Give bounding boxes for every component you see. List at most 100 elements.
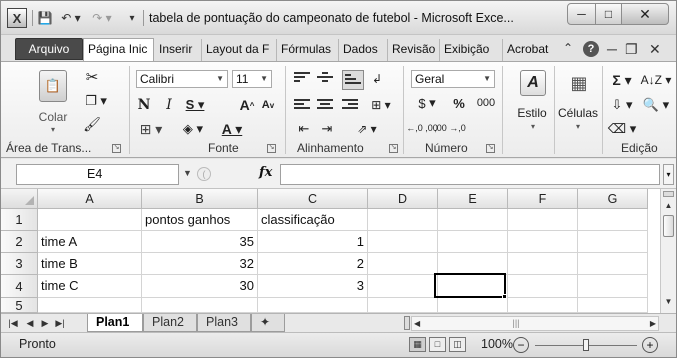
- cells-icon[interactable]: ▦: [567, 70, 591, 96]
- cell-a3[interactable]: time B: [38, 253, 142, 275]
- row-header-4[interactable]: 4: [1, 275, 38, 298]
- sort-filter-icon[interactable]: A↓Z ▾: [641, 70, 672, 90]
- close-button[interactable]: ✕: [621, 3, 669, 25]
- underline-icon[interactable]: S ▾: [184, 95, 206, 115]
- align-bottom-icon[interactable]: [342, 70, 364, 90]
- excel-icon[interactable]: X: [7, 8, 27, 28]
- cell-g5[interactable]: [578, 298, 648, 313]
- tab-dados[interactable]: Dados: [339, 39, 388, 61]
- increase-indent-icon[interactable]: ⇥: [317, 120, 337, 138]
- cell-d1[interactable]: [368, 209, 438, 231]
- cell-f3[interactable]: [508, 253, 578, 275]
- split-box-icon[interactable]: [663, 191, 674, 197]
- sheet-tab-plan3[interactable]: Plan3: [197, 314, 251, 332]
- cancel-entry-icon[interactable]: (: [197, 167, 211, 181]
- cell-c5[interactable]: [258, 298, 368, 313]
- alignment-launcher-icon[interactable]: ↘: [389, 144, 398, 153]
- number-format-select[interactable]: Geral ▼: [411, 70, 495, 88]
- align-center-icon[interactable]: [317, 99, 333, 113]
- align-middle-icon[interactable]: [317, 72, 333, 86]
- column-header-f[interactable]: F: [508, 189, 578, 209]
- paste-dropdown-icon[interactable]: ▾: [47, 125, 59, 134]
- cell-f2[interactable]: [508, 231, 578, 253]
- cell-b5[interactable]: [142, 298, 258, 313]
- expand-formula-bar-icon[interactable]: ▾: [663, 164, 674, 185]
- minimize-button[interactable]: ─: [567, 3, 596, 25]
- find-select-icon[interactable]: 🔍 ▾: [641, 95, 671, 115]
- scroll-left-icon[interactable]: ◀: [414, 317, 420, 331]
- name-box[interactable]: E4: [16, 164, 179, 185]
- row-header-2[interactable]: 2: [1, 231, 38, 253]
- cells-dropdown-icon[interactable]: ▾: [572, 122, 584, 131]
- wrap-text-icon[interactable]: ↲: [367, 70, 387, 88]
- cell-e2[interactable]: [438, 231, 508, 253]
- zoom-out-icon[interactable]: −: [513, 337, 529, 353]
- cell-c4[interactable]: 3: [258, 275, 368, 298]
- column-header-b[interactable]: B: [142, 189, 258, 209]
- cell-c2[interactable]: 1: [258, 231, 368, 253]
- scroll-right-icon[interactable]: ▶: [650, 317, 656, 331]
- number-launcher-icon[interactable]: ↘: [486, 144, 495, 153]
- insert-sheet-icon[interactable]: ✦: [251, 314, 285, 332]
- tab-revisao[interactable]: Revisão: [388, 39, 440, 61]
- cells-button-label[interactable]: Células: [555, 106, 601, 120]
- page-break-view-icon[interactable]: ◫: [449, 337, 466, 352]
- align-top-icon[interactable]: [294, 72, 310, 86]
- currency-format-icon[interactable]: $ ▾: [414, 93, 440, 113]
- first-sheet-icon[interactable]: |◀: [7, 316, 19, 330]
- save-icon[interactable]: 💾: [36, 8, 54, 28]
- bold-icon[interactable]: N: [136, 95, 152, 115]
- tab-exibicao[interactable]: Exibição: [440, 39, 503, 61]
- styles-dropdown-icon[interactable]: ▾: [527, 122, 539, 131]
- tab-acrobat[interactable]: Acrobat: [503, 39, 557, 61]
- column-header-c[interactable]: C: [258, 189, 368, 209]
- font-color-icon[interactable]: A ▾: [217, 119, 247, 139]
- insert-function-icon[interactable]: fx: [259, 165, 272, 180]
- vertical-scrollbar[interactable]: ▲ ▼: [660, 189, 676, 313]
- thousands-separator-button[interactable]: 000: [475, 93, 497, 113]
- increase-decimal-button[interactable]: ←,0 ,00: [406, 118, 438, 138]
- maximize-button[interactable]: □: [595, 3, 622, 25]
- redo-icon[interactable]: ↷ ▾: [89, 8, 115, 28]
- fill-color-icon[interactable]: ◈ ▾: [179, 119, 207, 139]
- tab-split-handle[interactable]: [404, 316, 410, 330]
- styles-icon[interactable]: A: [520, 70, 546, 96]
- active-cell-highlight[interactable]: [434, 273, 506, 298]
- sheet-tab-plan2[interactable]: Plan2: [143, 314, 197, 332]
- borders-icon[interactable]: ⊞ ▾: [138, 119, 164, 139]
- cut-icon[interactable]: ✂: [81, 68, 103, 86]
- zoom-in-icon[interactable]: +: [642, 337, 658, 353]
- cell-f1[interactable]: [508, 209, 578, 231]
- normal-view-icon[interactable]: ▦: [409, 337, 426, 352]
- cell-a4[interactable]: time C: [38, 275, 142, 298]
- fill-down-icon[interactable]: ⇩ ▾: [609, 95, 635, 115]
- tab-layout[interactable]: Layout da F: [202, 39, 277, 61]
- cell-d5[interactable]: [368, 298, 438, 313]
- workbook-restore-icon[interactable]: ❐: [625, 41, 638, 58]
- fill-handle[interactable]: [502, 294, 507, 299]
- cell-g1[interactable]: [578, 209, 648, 231]
- font-launcher-icon[interactable]: ↘: [267, 144, 276, 153]
- cell-a5[interactable]: [38, 298, 142, 313]
- formula-input[interactable]: [280, 164, 660, 185]
- cell-d3[interactable]: [368, 253, 438, 275]
- shrink-font-icon[interactable]: Av: [260, 95, 276, 115]
- name-box-dropdown-icon[interactable]: ▼: [183, 168, 192, 178]
- decrease-decimal-button[interactable]: ,00 →,0: [434, 118, 466, 138]
- zoom-slider-thumb[interactable]: [583, 339, 589, 351]
- column-header-e[interactable]: E: [438, 189, 508, 209]
- cell-d2[interactable]: [368, 231, 438, 253]
- customize-quick-access-icon[interactable]: ▾: [125, 8, 139, 28]
- next-sheet-icon[interactable]: ▶: [39, 316, 51, 330]
- workbook-minimize-icon[interactable]: ─: [607, 41, 617, 57]
- orientation-icon[interactable]: ⇗ ▾: [352, 120, 382, 138]
- paste-icon[interactable]: 📋: [39, 70, 67, 102]
- tab-formulas[interactable]: Fórmulas: [277, 39, 339, 61]
- cell-g3[interactable]: [578, 253, 648, 275]
- font-size-select[interactable]: 11 ▼: [232, 70, 272, 88]
- cell-d4[interactable]: [368, 275, 438, 298]
- cell-c1[interactable]: classificação: [258, 209, 368, 231]
- paste-button-label[interactable]: Colar: [35, 110, 71, 124]
- cell-g4[interactable]: [578, 275, 648, 298]
- cell-b3[interactable]: 32: [142, 253, 258, 275]
